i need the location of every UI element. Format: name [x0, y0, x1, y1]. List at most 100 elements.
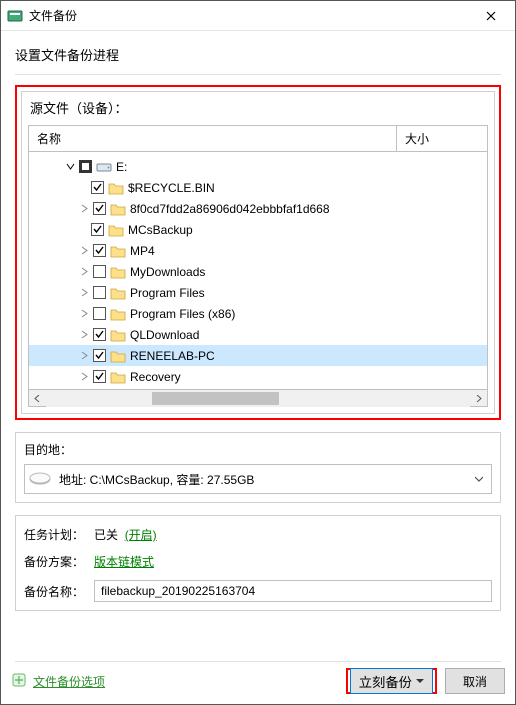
- scroll-thumb[interactable]: [152, 392, 279, 405]
- checkbox[interactable]: [93, 286, 106, 299]
- dialog-body: 设置文件备份进程 源文件（设备）： 名称 大小 E:$RECYCLE.BIN 8f…: [1, 31, 515, 661]
- task-plan-row: 任务计划： 已关 (开启): [24, 526, 492, 543]
- plan-panel: 任务计划： 已关 (开启) 备份方案： 版本链模式 备份名称：: [15, 515, 501, 611]
- column-size[interactable]: 大小: [397, 126, 487, 151]
- tree-header: 名称 大小: [29, 126, 487, 152]
- folder-icon: [110, 369, 126, 385]
- backup-name-label: 备份名称：: [24, 583, 94, 600]
- chevron-right-icon[interactable]: [77, 328, 91, 342]
- checkbox[interactable]: [91, 181, 104, 194]
- chevron-right-icon[interactable]: [77, 349, 91, 363]
- chevron-right-icon[interactable]: [77, 202, 91, 216]
- task-plan-label: 任务计划：: [24, 526, 94, 543]
- tree-node[interactable]: MP4: [29, 240, 487, 261]
- node-label: 8f0cd7fdd2a86906d042ebbbfaf1d668: [130, 202, 330, 216]
- scroll-track[interactable]: [46, 390, 470, 407]
- checkbox[interactable]: [93, 349, 106, 362]
- node-label: $RECYCLE.BIN: [128, 181, 215, 195]
- dest-prefix: 地址:: [59, 473, 90, 487]
- checkbox[interactable]: [93, 202, 106, 215]
- folder-icon: [108, 180, 124, 196]
- backup-now-label: 立刻备份: [359, 672, 412, 691]
- node-label: MP4: [130, 244, 155, 258]
- chevron-right-icon[interactable]: [77, 307, 91, 321]
- folder-icon: [110, 285, 126, 301]
- cancel-button[interactable]: 取消: [445, 668, 505, 694]
- task-status: 已关: [94, 526, 118, 543]
- checkbox[interactable]: [93, 307, 106, 320]
- backup-scheme-link[interactable]: 版本链模式: [94, 553, 154, 570]
- backup-name-input[interactable]: [94, 580, 492, 602]
- hscrollbar[interactable]: [29, 389, 487, 406]
- chevron-down-icon: [471, 475, 487, 483]
- node-label: QLDownload: [130, 328, 199, 342]
- close-button[interactable]: [471, 1, 511, 31]
- chevron-down-icon[interactable]: [63, 160, 77, 174]
- dialog-window: 文件备份 设置文件备份进程 源文件（设备）： 名称 大小 E:$RECYCLE.…: [0, 0, 516, 705]
- checkbox[interactable]: [93, 328, 106, 341]
- tree-view: 名称 大小 E:$RECYCLE.BIN 8f0cd7fdd2a86906d042…: [28, 125, 488, 407]
- folder-icon: [108, 222, 124, 238]
- folder-icon: [110, 306, 126, 322]
- tree-node[interactable]: Program Files (x86): [29, 303, 487, 324]
- backup-now-highlight: 立刻备份: [346, 668, 437, 694]
- scroll-left-button[interactable]: [29, 390, 46, 407]
- node-label: Program Files (x86): [130, 307, 235, 321]
- node-label: RENEELAB-PC: [130, 349, 215, 363]
- titlebar: 文件备份: [1, 1, 515, 31]
- folder-icon: [110, 327, 126, 343]
- backup-name-row: 备份名称：: [24, 580, 492, 602]
- tree-root-node[interactable]: E:: [29, 156, 487, 177]
- backup-options-link[interactable]: 文件备份选项: [11, 672, 105, 691]
- window-title: 文件备份: [29, 7, 471, 24]
- checkbox[interactable]: [93, 265, 106, 278]
- chevron-right-icon[interactable]: [77, 265, 91, 279]
- source-panel: 源文件（设备）： 名称 大小 E:$RECYCLE.BIN 8f0cd7fdd2a…: [21, 91, 495, 414]
- task-toggle-link[interactable]: (开启): [125, 526, 157, 543]
- column-name[interactable]: 名称: [29, 126, 397, 151]
- scroll-right-button[interactable]: [470, 390, 487, 407]
- tree-node[interactable]: MCsBackup: [29, 219, 487, 240]
- checkbox[interactable]: [91, 223, 104, 236]
- tree-node[interactable]: Recovery: [29, 366, 487, 387]
- tree-node[interactable]: $RECYCLE.BIN: [29, 177, 487, 198]
- dest-cap-prefix: , 容量:: [170, 473, 207, 487]
- close-icon: [486, 11, 496, 21]
- chevron-right-icon[interactable]: [77, 370, 91, 384]
- folder-icon: [110, 264, 126, 280]
- backup-scheme-label: 备份方案：: [24, 553, 94, 570]
- node-label: E:: [116, 160, 127, 174]
- chevron-down-icon: [416, 677, 424, 685]
- folder-icon: [110, 348, 126, 364]
- tree-node[interactable]: 8f0cd7fdd2a86906d042ebbbfaf1d668: [29, 198, 487, 219]
- destination-panel: 目的地： 地址: C:\MCsBackup, 容量: 27.55GB: [15, 432, 501, 503]
- checkbox[interactable]: [79, 160, 92, 173]
- chevron-right-icon[interactable]: [77, 244, 91, 258]
- checkbox[interactable]: [93, 370, 106, 383]
- node-label: MCsBackup: [128, 223, 193, 237]
- tree-node[interactable]: Program Files: [29, 282, 487, 303]
- folder-icon: [110, 243, 126, 259]
- node-label: Program Files: [130, 286, 205, 300]
- dest-path: C:\MCsBackup: [90, 473, 170, 487]
- backup-scheme-row: 备份方案： 版本链模式: [24, 553, 492, 570]
- backup-now-button[interactable]: 立刻备份: [350, 668, 433, 694]
- tree-root: E:$RECYCLE.BIN 8f0cd7fdd2a86906d042ebbbfa…: [29, 152, 487, 389]
- destination-label: 目的地：: [24, 441, 492, 458]
- destination-text: 地址: C:\MCsBackup, 容量: 27.55GB: [59, 471, 471, 488]
- destination-select[interactable]: 地址: C:\MCsBackup, 容量: 27.55GB: [24, 464, 492, 494]
- checkbox[interactable]: [93, 244, 106, 257]
- footer: 文件备份选项 立刻备份 取消: [1, 662, 515, 704]
- options-label: 文件备份选项: [33, 673, 105, 690]
- source-label: 源文件（设备）：: [22, 92, 494, 119]
- tree-node[interactable]: MyDownloads: [29, 261, 487, 282]
- node-label: MyDownloads: [130, 265, 205, 279]
- drive-icon: [96, 159, 112, 175]
- chevron-right-icon[interactable]: [77, 286, 91, 300]
- disk-icon: [29, 471, 51, 487]
- tree-scroll: E:$RECYCLE.BIN 8f0cd7fdd2a86906d042ebbbfa…: [29, 152, 487, 389]
- tree-node[interactable]: RENEELAB-PC: [29, 345, 487, 366]
- section-title: 设置文件备份进程: [15, 45, 501, 64]
- tree-node[interactable]: QLDownload: [29, 324, 487, 345]
- dest-capacity: 27.55GB: [207, 473, 254, 487]
